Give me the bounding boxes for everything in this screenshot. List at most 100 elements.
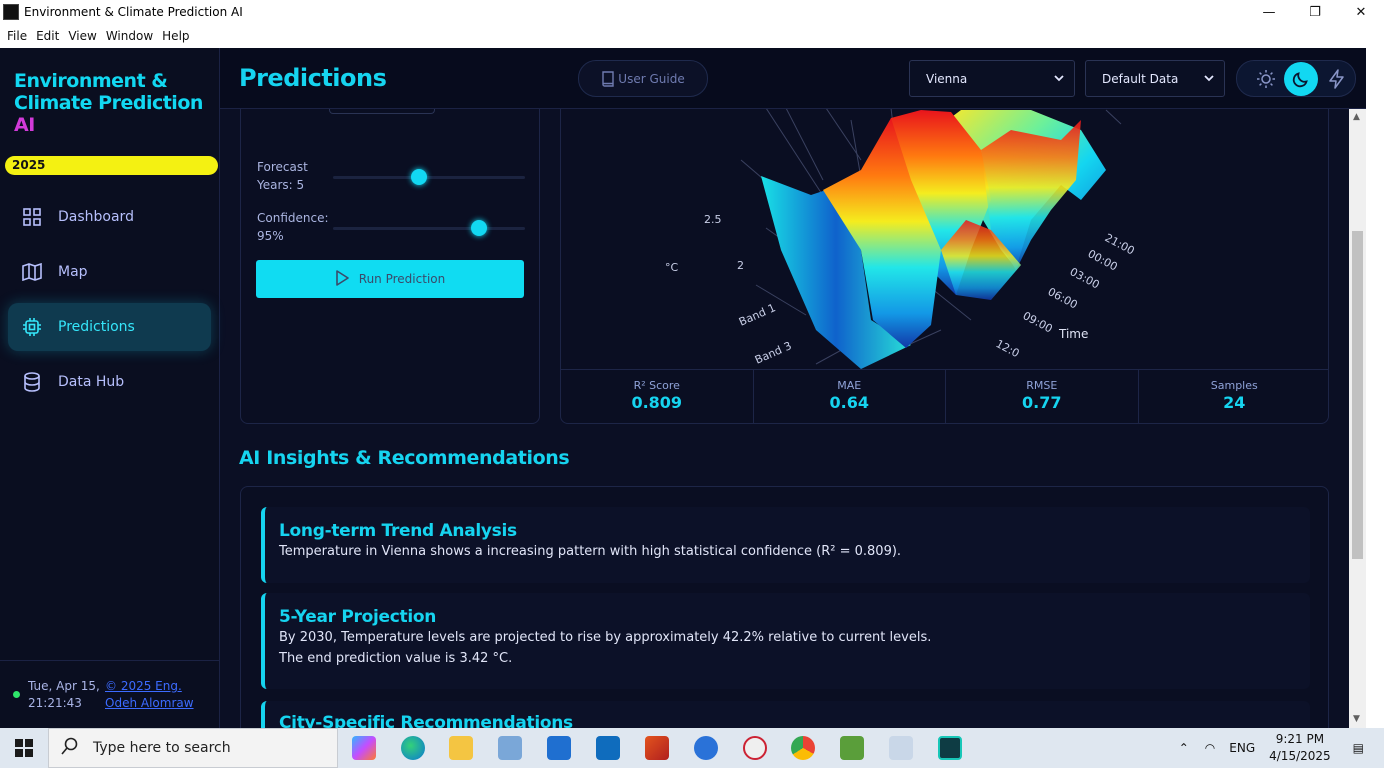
maximize-button[interactable]: ❐ (1292, 0, 1338, 24)
lightning-icon[interactable] (1320, 62, 1354, 96)
notification-icon[interactable]: ▤ (1353, 741, 1364, 755)
confidence-slider-thumb[interactable] (471, 220, 487, 236)
database-icon (22, 372, 42, 392)
paint-icon[interactable] (889, 736, 913, 760)
minimize-button[interactable]: — (1246, 0, 1292, 24)
sidebar-item-data-hub[interactable]: Data Hub (8, 358, 211, 406)
sidebar-item-label: Data Hub (58, 374, 125, 390)
menu-window[interactable]: Window (106, 29, 153, 43)
band-label: Band 3 (753, 339, 794, 367)
sidebar-item-label: Dashboard (58, 209, 134, 225)
copyright-link[interactable]: © 2025 Eng. Odeh Alomraw (105, 678, 194, 712)
confidence-label-line2: 95% (257, 229, 284, 243)
file-explorer-icon[interactable] (449, 736, 473, 760)
forecast-track[interactable] (333, 176, 525, 179)
select-stub[interactable] (329, 109, 435, 114)
sidebar-footer: Tue, Apr 15, 21:21:43 © 2025 Eng. Odeh A… (0, 660, 219, 728)
insight-card-text: By 2030, Temperature levels are projecte… (279, 630, 932, 645)
time-tick: 21:00 (1103, 231, 1137, 257)
z-tick: 2 (737, 259, 744, 272)
metric-value: 0.77 (1022, 393, 1062, 412)
metric-value: 0.64 (829, 393, 869, 412)
user-guide-button[interactable]: User Guide (578, 60, 708, 97)
app-icon-a[interactable] (694, 736, 718, 760)
surface-chart-panel: 2.5 2 °C Band 1 Band 3 21:00 00:00 03:00… (560, 109, 1329, 424)
notepad-icon[interactable] (840, 736, 864, 760)
time-axis-label: Time (1058, 327, 1088, 341)
sidebar: Environment & Climate Prediction AI 2025… (0, 48, 220, 728)
vertical-scrollbar[interactable]: ▲ ▼ (1349, 109, 1366, 728)
insight-card-title: Long-term Trend Analysis (279, 521, 517, 541)
city-select[interactable]: Vienna (909, 60, 1075, 97)
search-placeholder: Type here to search (93, 740, 231, 756)
copyright-line-2: Odeh Alomraw (105, 696, 194, 710)
menu-help[interactable]: Help (162, 29, 189, 43)
tray-time: 9:21 PM (1275, 732, 1325, 746)
taskbar-search[interactable]: Type here to search (48, 728, 338, 768)
menu-file[interactable]: File (7, 29, 27, 43)
brand-title: Environment & Climate Prediction AI (14, 70, 203, 136)
sidebar-item-map[interactable]: Map (8, 248, 211, 296)
metric-mae: MAE 0.64 (754, 370, 946, 423)
app-icon-generic[interactable] (498, 736, 522, 760)
moon-icon[interactable] (1284, 62, 1318, 96)
metric-value: 0.809 (631, 393, 683, 412)
menu-edit[interactable]: Edit (36, 29, 59, 43)
map-icon (22, 262, 42, 282)
chevron-up-icon[interactable]: ⌃ (1179, 741, 1189, 755)
chrome-icon[interactable] (791, 736, 815, 760)
prediction-controls-panel: Forecast Years: 5 Confidence: 95% Run Pr… (240, 109, 540, 424)
user-guide-label: User Guide (618, 71, 685, 86)
theme-switcher (1236, 60, 1356, 97)
run-prediction-button[interactable]: Run Prediction (256, 260, 524, 298)
forecast-slider-thumb[interactable] (411, 169, 427, 185)
app-root: Environment & Climate Prediction AI 2025… (0, 48, 1366, 728)
metric-value: 24 (1223, 393, 1246, 412)
system-tray: ⌃ ◠ ENG 9:21 PM 4/15/2025 ▤ (1179, 728, 1384, 768)
sidebar-item-predictions[interactable]: Predictions (8, 303, 211, 351)
confidence-track[interactable] (333, 227, 525, 230)
edge-icon[interactable] (401, 736, 425, 760)
time-tick: 06:00 (1046, 285, 1080, 311)
chevron-down-icon (1203, 72, 1215, 87)
insight-card-title: City-Specific Recommendations (279, 713, 573, 728)
scrollbar-thumb[interactable] (1352, 231, 1363, 559)
header: Predictions User Guide Vienna Default Da… (220, 48, 1366, 109)
tray-clock[interactable]: 9:21 PM 4/15/2025 (1269, 731, 1331, 765)
scroll-up-icon[interactable]: ▲ (1353, 112, 1360, 122)
scroll-down-icon[interactable]: ▼ (1353, 714, 1360, 724)
dataset-select-value: Default Data (1102, 71, 1179, 86)
app-icon-clock[interactable] (743, 736, 767, 760)
menu-view[interactable]: View (68, 29, 96, 43)
store-icon[interactable] (547, 736, 571, 760)
brand-line-3: AI (14, 114, 35, 136)
time-tick: 03:00 (1068, 265, 1102, 291)
matlab-icon[interactable] (645, 736, 669, 760)
language-indicator[interactable]: ENG (1229, 741, 1255, 755)
chip-icon (22, 317, 42, 337)
outlook-icon[interactable] (596, 736, 620, 760)
dataset-select[interactable]: Default Data (1085, 60, 1225, 97)
time-tick: 00:00 (1086, 247, 1120, 273)
network-icon[interactable]: ◠ (1205, 741, 1215, 755)
close-button[interactable]: ✕ (1338, 0, 1384, 24)
sun-icon[interactable] (1249, 62, 1283, 96)
menubar: File Edit View Window Help (0, 24, 1384, 48)
sidebar-item-label: Map (58, 264, 88, 280)
tray-date: 4/15/2025 (1269, 749, 1331, 763)
band-label: Band 1 (737, 301, 778, 329)
active-app-icon[interactable] (938, 736, 962, 760)
confidence-label-line1: Confidence: (257, 211, 329, 225)
forecast-label-line2: Years: 5 (257, 178, 305, 192)
sidebar-item-dashboard[interactable]: Dashboard (8, 193, 211, 241)
surface-plot[interactable]: 2.5 2 °C Band 1 Band 3 21:00 00:00 03:00… (561, 109, 1329, 369)
status-dot (13, 691, 20, 698)
sidebar-item-label: Predictions (58, 319, 135, 335)
time-tick: 09:00 (1021, 309, 1055, 335)
insight-card: 5-Year Projection By 2030, Temperature l… (261, 593, 1310, 689)
windows-start-icon[interactable] (15, 739, 33, 761)
search-icon (61, 737, 79, 759)
book-icon (601, 70, 615, 87)
insight-card: City-Specific Recommendations (261, 701, 1310, 728)
copilot-icon[interactable] (352, 736, 376, 760)
